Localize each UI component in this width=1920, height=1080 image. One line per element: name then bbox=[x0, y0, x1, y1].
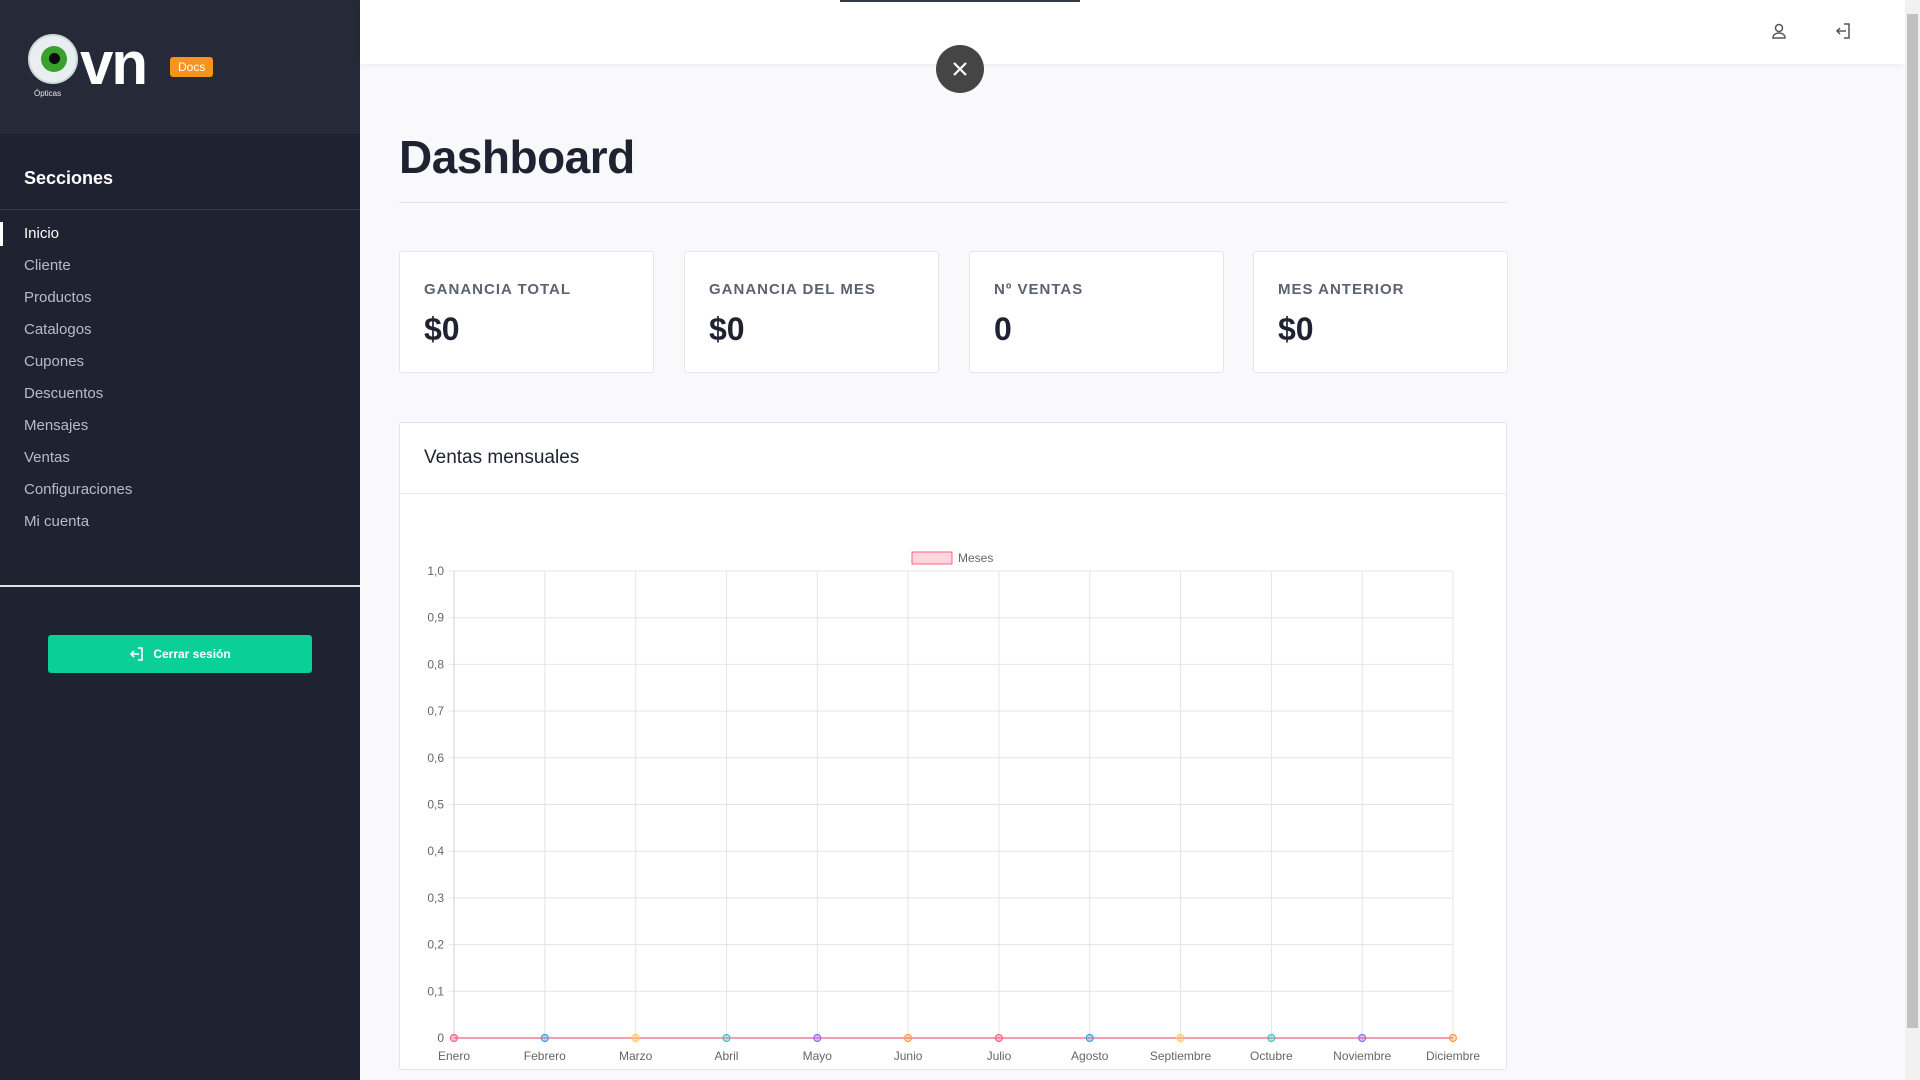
logout-label: Cerrar sesión bbox=[153, 647, 231, 661]
sidebar: Ópticas vn Docs Secciones Inicio Cliente… bbox=[0, 0, 360, 1080]
data-point bbox=[540, 1033, 549, 1043]
x-tick-label: Diciembre bbox=[1426, 1049, 1480, 1063]
stat-card-sales-count: Nº VENTAS 0 bbox=[969, 251, 1224, 373]
page-title: Dashboard bbox=[399, 131, 635, 183]
x-tick-label: Mayo bbox=[803, 1049, 833, 1063]
monthly-sales-chart: 0 0,1 0,2 0,3 0,4 0,5 0,6 0,7 0,8 0,9 1,0 Enero Febr… bbox=[427, 551, 1480, 1063]
sidebar-item-cliente[interactable]: Cliente bbox=[0, 250, 360, 282]
y-tick-label: 0 bbox=[437, 1031, 444, 1045]
chart-header: Ventas mensuales bbox=[400, 423, 1506, 494]
logo-subtext: Ópticas bbox=[34, 89, 62, 98]
x-tick-label: Febrero bbox=[524, 1049, 566, 1063]
y-tick-label: 0,5 bbox=[427, 798, 444, 812]
stat-label: Nº VENTAS bbox=[994, 281, 1084, 298]
data-point bbox=[1176, 1033, 1185, 1043]
logout-icon bbox=[130, 647, 144, 661]
sidebar-item-mensajes[interactable]: Mensajes bbox=[0, 410, 360, 442]
sections-title: Secciones bbox=[24, 168, 114, 188]
legend-swatch bbox=[911, 551, 953, 565]
brand-header: Ópticas vn Docs bbox=[0, 0, 360, 134]
sidebar-item-cupones[interactable]: Cupones bbox=[0, 346, 360, 378]
logo-text[interactable]: vn bbox=[80, 34, 148, 94]
sidebar-item-configuraciones[interactable]: Configuraciones bbox=[0, 474, 360, 506]
logout-icon[interactable] bbox=[1832, 20, 1854, 42]
stat-card-month: GANANCIA DEL MES $0 bbox=[684, 251, 939, 373]
sidebar-item-productos[interactable]: Productos bbox=[0, 282, 360, 314]
logout-button[interactable]: Cerrar sesión bbox=[48, 635, 312, 673]
close-icon bbox=[953, 62, 967, 76]
data-point bbox=[903, 1033, 913, 1043]
y-tick-label: 0,7 bbox=[427, 704, 444, 718]
sidebar-item-mi-cuenta[interactable]: Mi cuenta bbox=[0, 506, 360, 538]
docs-badge[interactable]: Docs bbox=[170, 57, 214, 77]
stat-value: $0 bbox=[1278, 311, 1314, 347]
data-point bbox=[1085, 1033, 1094, 1043]
x-tick-label: Septiembre bbox=[1150, 1049, 1212, 1063]
stat-card-total: GANANCIA TOTAL $0 bbox=[399, 251, 654, 373]
divider bbox=[0, 585, 360, 587]
chart-title: Ventas mensuales bbox=[424, 447, 580, 468]
x-tick-label: Enero bbox=[438, 1049, 470, 1063]
y-tick-label: 0,3 bbox=[427, 891, 444, 905]
data-point bbox=[994, 1033, 1004, 1043]
sidebar-item-descuentos[interactable]: Descuentos bbox=[0, 378, 360, 410]
stat-label: GANANCIA DEL MES bbox=[709, 281, 876, 298]
divider bbox=[399, 202, 1507, 203]
data-point bbox=[631, 1033, 640, 1043]
y-tick-label: 0,2 bbox=[427, 938, 444, 952]
data-point bbox=[722, 1033, 731, 1043]
y-tick-label: 0,8 bbox=[427, 657, 444, 671]
stat-value: $0 bbox=[709, 311, 745, 347]
sidebar-item-catalogos[interactable]: Catalogos bbox=[0, 314, 360, 346]
topbar bbox=[360, 0, 1905, 64]
x-tick-label: Julio bbox=[987, 1049, 1012, 1063]
close-button[interactable] bbox=[936, 45, 984, 93]
data-point bbox=[813, 1033, 822, 1043]
data-point bbox=[1267, 1033, 1276, 1043]
scrollbar-thumb[interactable] bbox=[1907, 14, 1918, 1028]
stat-value: $0 bbox=[424, 311, 460, 347]
sidebar-nav: Inicio Cliente Productos Catalogos Cupon… bbox=[0, 218, 360, 538]
logo-eye-icon[interactable] bbox=[28, 34, 78, 84]
data-point bbox=[449, 1033, 459, 1043]
x-tick-label: Marzo bbox=[619, 1049, 653, 1063]
y-tick-label: 0,4 bbox=[427, 844, 444, 858]
chart-card: Ventas mensuales 0 0,1 0,2 0,3 0,4 0,5 0,6 0,7 0… bbox=[399, 422, 1507, 1070]
x-tick-label: Junio bbox=[894, 1049, 923, 1063]
y-tick-label: 0,6 bbox=[427, 751, 444, 765]
x-tick-label: Noviembre bbox=[1333, 1049, 1391, 1063]
y-tick-label: 1,0 bbox=[427, 564, 444, 578]
data-point bbox=[1358, 1033, 1367, 1043]
x-tick-label: Agosto bbox=[1071, 1049, 1109, 1063]
y-tick-label: 0,9 bbox=[427, 611, 444, 625]
user-icon[interactable] bbox=[1768, 20, 1790, 42]
legend-label: Meses bbox=[958, 551, 993, 565]
stat-value: 0 bbox=[994, 311, 1012, 347]
stat-card-previous-month: MES ANTERIOR $0 bbox=[1253, 251, 1508, 373]
x-tick-label: Octubre bbox=[1250, 1049, 1293, 1063]
stat-label: GANANCIA TOTAL bbox=[424, 281, 572, 298]
y-tick-label: 0,1 bbox=[427, 984, 444, 998]
top-progress-line bbox=[840, 0, 1080, 2]
x-tick-label: Abril bbox=[714, 1049, 738, 1063]
divider bbox=[0, 209, 360, 210]
sidebar-item-inicio[interactable]: Inicio bbox=[0, 218, 360, 250]
stat-label: MES ANTERIOR bbox=[1278, 281, 1405, 298]
data-point bbox=[1448, 1033, 1458, 1043]
sidebar-item-ventas[interactable]: Ventas bbox=[0, 442, 360, 474]
